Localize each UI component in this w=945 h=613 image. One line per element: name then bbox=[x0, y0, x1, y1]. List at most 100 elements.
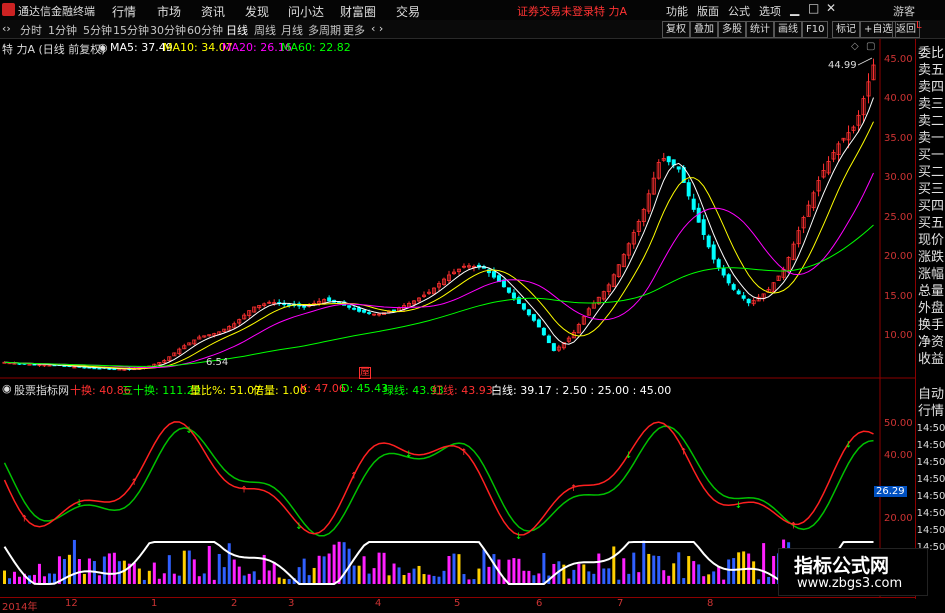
volume-bar bbox=[367, 573, 371, 584]
volume-bar bbox=[637, 572, 641, 584]
side-item[interactable]: 买四 bbox=[916, 198, 945, 215]
volume-bar bbox=[147, 570, 151, 584]
volume-bar bbox=[112, 552, 116, 584]
volume-bar bbox=[297, 567, 301, 584]
side-time-item: 14:50 bbox=[916, 491, 945, 502]
volume-bar bbox=[492, 554, 496, 584]
signal-arrow-icon: ↑ bbox=[350, 471, 358, 481]
volume-bar bbox=[682, 578, 686, 584]
side-item[interactable]: 买二 bbox=[916, 164, 945, 181]
side-item[interactable]: 现价 bbox=[916, 232, 945, 249]
volume-bar bbox=[512, 558, 516, 584]
side-item[interactable]: 外盘 bbox=[916, 300, 945, 317]
candle-body bbox=[666, 156, 671, 163]
side-item[interactable]: 卖一 bbox=[916, 130, 945, 147]
volume-bar bbox=[672, 563, 676, 584]
side-item[interactable]: 换手 bbox=[916, 317, 945, 334]
settings-icon[interactable]: ◉ bbox=[2, 382, 12, 395]
candle-body bbox=[362, 309, 367, 313]
volume-bar bbox=[447, 556, 451, 584]
ind-value-30: 三十换: 111.29 bbox=[122, 384, 201, 397]
volume-bar bbox=[532, 575, 536, 584]
volume-bar bbox=[172, 573, 176, 584]
volume-bar bbox=[757, 579, 761, 584]
volume-bar bbox=[202, 573, 206, 584]
candle-body bbox=[716, 259, 721, 268]
side-item[interactable]: 总量 bbox=[916, 283, 945, 300]
ma10-line bbox=[4, 121, 874, 370]
price-tick: 10.00 bbox=[884, 330, 913, 341]
high-price-label: 44.99 bbox=[828, 60, 857, 71]
side-item[interactable]: 买五 bbox=[916, 215, 945, 232]
volume-bar bbox=[122, 560, 126, 584]
side-item[interactable]: 买一 bbox=[916, 147, 945, 164]
volume-bar bbox=[667, 575, 671, 584]
ma20-line bbox=[4, 172, 874, 369]
volume-bar bbox=[107, 553, 111, 584]
side-item[interactable]: 涨幅 bbox=[916, 266, 945, 283]
candle-body bbox=[741, 295, 746, 299]
volume-bar bbox=[67, 554, 71, 584]
side-time-item: 14:50 bbox=[916, 440, 945, 451]
volume-bar bbox=[742, 551, 746, 584]
side-item[interactable]: 卖二 bbox=[916, 113, 945, 130]
signal-arrow-icon: ↑ bbox=[790, 521, 798, 531]
volume-bar bbox=[302, 558, 306, 584]
volume-bar bbox=[257, 579, 261, 584]
volume-bar bbox=[577, 563, 581, 584]
volume-bar bbox=[452, 553, 456, 584]
candle-body bbox=[392, 309, 397, 312]
volume-bar bbox=[537, 573, 541, 584]
side-item[interactable]: 收益 bbox=[916, 351, 945, 368]
candle-body bbox=[511, 292, 516, 299]
volume-bar bbox=[687, 556, 691, 584]
ma5-line bbox=[4, 97, 874, 370]
volume-bar bbox=[2, 570, 6, 584]
candle-body bbox=[536, 319, 541, 328]
volume-bar bbox=[282, 578, 286, 584]
side-item[interactable]: 卖三 bbox=[916, 96, 945, 113]
volume-bar bbox=[592, 573, 596, 584]
volume-bar bbox=[642, 540, 646, 584]
side-item[interactable]: 涨跌 bbox=[916, 249, 945, 266]
volume-bar bbox=[417, 565, 421, 584]
volume-bar bbox=[182, 550, 186, 584]
volume-bar bbox=[517, 558, 521, 584]
volume-bar bbox=[487, 566, 491, 584]
volume-bar bbox=[522, 570, 526, 584]
indicator-name[interactable]: 股票指标网 bbox=[14, 382, 69, 398]
candle-body bbox=[686, 182, 691, 197]
time-tick: 12 bbox=[65, 598, 78, 609]
time-tick: 5 bbox=[454, 598, 461, 609]
side-item[interactable]: 买三 bbox=[916, 181, 945, 198]
volume-bar bbox=[437, 576, 441, 584]
side-time-item[interactable]: 行情 bbox=[916, 403, 945, 420]
volume-bar bbox=[602, 568, 606, 584]
side-item[interactable]: 卖五 bbox=[916, 62, 945, 79]
high-marker-line bbox=[857, 57, 873, 66]
volume-bar bbox=[657, 555, 661, 584]
volume-bar bbox=[387, 575, 391, 584]
side-item[interactable]: 净资 bbox=[916, 334, 945, 351]
volume-bar bbox=[272, 562, 276, 584]
signal-arrow-icon: ↑ bbox=[460, 448, 468, 458]
volume-bar bbox=[427, 574, 431, 584]
candle-body bbox=[706, 235, 711, 248]
ind-value-k: K: 47.06 bbox=[300, 382, 346, 395]
volume-bar bbox=[597, 553, 601, 584]
volume-bar bbox=[232, 559, 236, 584]
side-item[interactable]: 委比 bbox=[916, 45, 945, 62]
volume-bar bbox=[352, 565, 356, 584]
volume-bar bbox=[527, 570, 531, 584]
volume-bar bbox=[242, 575, 246, 584]
volume-bar bbox=[287, 579, 291, 584]
side-time-item[interactable]: 自动 bbox=[916, 386, 945, 403]
side-item[interactable]: 卖四 bbox=[916, 79, 945, 96]
time-tick: 2014年 bbox=[2, 602, 38, 613]
volume-bar bbox=[372, 568, 376, 584]
event-marker-icon[interactable]: 屋 bbox=[359, 367, 371, 379]
price-tick: 30.00 bbox=[884, 172, 913, 183]
volume-bar bbox=[402, 574, 406, 584]
ind-value-red: 红线: 43.93 bbox=[432, 384, 493, 397]
side-time-list: 自动 行情 14:50 14:50 14:50 14:50 14:50 14:5… bbox=[916, 386, 945, 556]
